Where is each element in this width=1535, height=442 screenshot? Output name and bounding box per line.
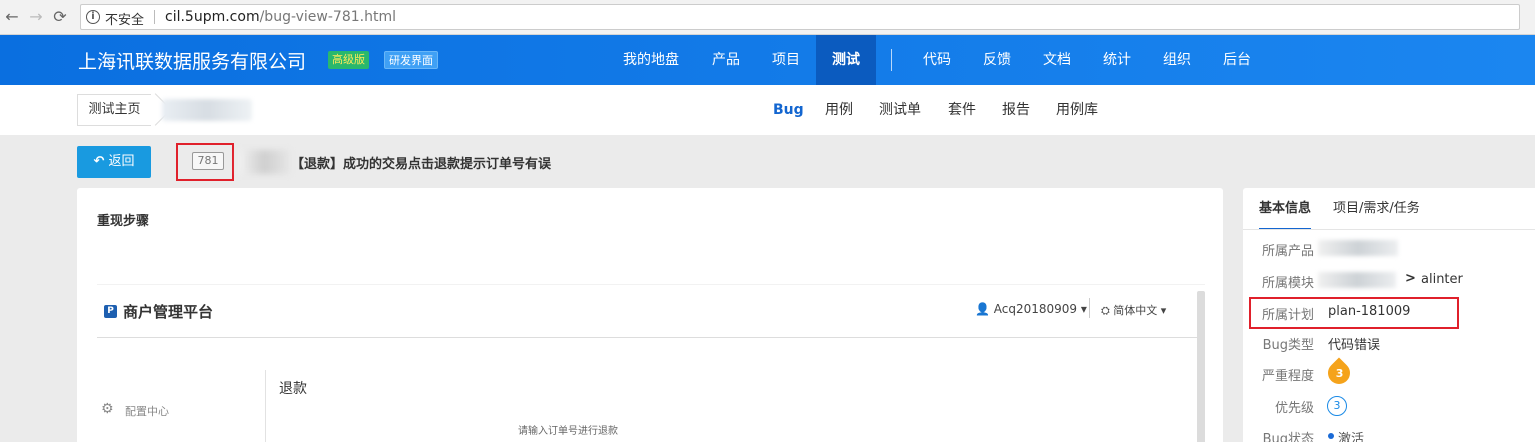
severity-value: 3 — [1335, 366, 1344, 380]
undo-icon: ↶ — [93, 154, 105, 169]
severity-label: 严重程度 — [1261, 369, 1314, 384]
menu-project[interactable]: 项目 — [757, 35, 815, 85]
menu-product[interactable]: 产品 — [697, 35, 755, 85]
priority-icon: 3 — [1327, 396, 1347, 416]
status-label: Bug状态 — [1262, 432, 1314, 442]
company-name[interactable]: 上海讯联数据服务有限公司 — [78, 47, 306, 74]
address-bar[interactable]: i 不安全 cil.5upm.com/bug-view-781.html — [80, 4, 1520, 30]
breadcrumb-product-redacted[interactable] — [162, 99, 252, 121]
bug-id: 781 — [192, 152, 224, 170]
bug-type-label: Bug类型 — [1262, 338, 1314, 353]
side-tab-divider — [1243, 229, 1535, 230]
tab-cases[interactable]: 用例 — [825, 85, 853, 135]
back-button-label: 返回 — [108, 154, 135, 169]
plan-value[interactable]: plan-181009 — [1328, 304, 1410, 319]
url-host: cil.5upm.com — [165, 9, 260, 25]
info-icon[interactable]: i — [86, 10, 100, 24]
module-root-redacted[interactable] — [1318, 272, 1396, 288]
back-button[interactable]: ↶ 返回 — [77, 146, 151, 178]
embedded-refund-hint: 请输入订单号进行退款 — [518, 426, 618, 437]
plan-label: 所属计划 — [1261, 308, 1314, 323]
url-text[interactable]: cil.5upm.com/bug-view-781.html — [165, 9, 396, 25]
steps-heading: 重现步骤 — [97, 214, 150, 229]
gear-icon: ⚙ — [101, 401, 114, 417]
back-arrow-icon[interactable]: ← — [2, 7, 22, 27]
embedded-divider — [1089, 298, 1090, 318]
status-dot-icon — [1328, 433, 1334, 439]
embedded-user: 👤 Acq20180909 ▾ — [975, 302, 1087, 316]
forward-arrow-icon[interactable]: → — [26, 7, 46, 27]
menu-feedback[interactable]: 反馈 — [968, 35, 1026, 85]
tab-caselib[interactable]: 用例库 — [1056, 85, 1098, 135]
bug-type-value: 代码错误 — [1328, 338, 1381, 353]
url-path: /bug-view-781.html — [259, 9, 396, 25]
tab-bug[interactable]: Bug — [773, 85, 804, 135]
sub-navigation: 测试主页 Bug 用例 测试单 套件 报告 用例库 — [0, 85, 1535, 135]
embedded-sidebar-border — [265, 370, 266, 442]
embedded-user-name: Acq20180909 ▾ — [993, 302, 1087, 316]
module-label: 所属模块 — [1261, 276, 1314, 291]
browser-toolbar: ← → ⟳ i 不安全 cil.5upm.com/bug-view-781.ht… — [0, 0, 1535, 35]
title-prefix-redacted — [238, 150, 290, 174]
platform-logo-icon: P — [104, 305, 117, 318]
top-navigation: 上海讯联数据服务有限公司 高级版 研发界面 我的地盘 产品 项目 测试 代码 反… — [0, 35, 1535, 85]
menu-admin[interactable]: 后台 — [1208, 35, 1266, 85]
product-label: 所属产品 — [1261, 244, 1314, 259]
menu-stats[interactable]: 统计 — [1088, 35, 1146, 85]
tab-project-story-task[interactable]: 项目/需求/任务 — [1333, 188, 1420, 230]
translate-icon: ⛭ — [1101, 304, 1114, 317]
edition-badge: 高级版 — [328, 51, 369, 69]
user-icon: 👤 — [975, 302, 994, 316]
tab-report[interactable]: 报告 — [1002, 85, 1030, 135]
priority-label: 优先级 — [1274, 401, 1314, 416]
menu-code[interactable]: 代码 — [908, 35, 966, 85]
steps-panel: 重现步骤 P 商户管理平台 👤 Acq20180909 ▾ ⛭ 简体中文 ▾ ⚙… — [77, 188, 1223, 442]
tab-testtask[interactable]: 测试单 — [879, 85, 921, 135]
embedded-screenshot: P 商户管理平台 👤 Acq20180909 ▾ ⛭ 简体中文 ▾ ⚙ 配置中心… — [97, 284, 1205, 442]
reload-icon[interactable]: ⟳ — [50, 7, 70, 27]
menu-org[interactable]: 组织 — [1148, 35, 1206, 85]
status-value: 激活 — [1338, 432, 1365, 442]
address-divider — [154, 10, 155, 24]
embedded-header-line — [97, 337, 1197, 338]
bug-title: 【退款】成功的交易点击退款提示订单号有误 — [291, 157, 552, 172]
module-value[interactable]: alinter — [1421, 272, 1463, 287]
menu-my-dashboard[interactable]: 我的地盘 — [608, 35, 694, 85]
insecure-label: 不安全 — [105, 13, 145, 28]
platform-title: 商户管理平台 — [123, 303, 214, 321]
interface-badge[interactable]: 研发界面 — [384, 51, 438, 69]
scrollbar[interactable] — [1197, 291, 1205, 442]
menu-docs[interactable]: 文档 — [1028, 35, 1086, 85]
menu-divider — [891, 49, 892, 71]
embedded-language: ⛭ 简体中文 ▾ — [1101, 302, 1166, 318]
menu-test[interactable]: 测试 — [816, 35, 876, 85]
tab-basic-info[interactable]: 基本信息 — [1259, 188, 1312, 230]
embedded-language-label: 简体中文 ▾ — [1113, 304, 1167, 317]
module-separator: > — [1405, 271, 1416, 286]
embedded-refund-title: 退款 — [279, 381, 307, 397]
tab-suite[interactable]: 套件 — [948, 85, 976, 135]
product-value-redacted[interactable] — [1318, 240, 1398, 256]
embedded-config-center: 配置中心 — [125, 405, 169, 418]
